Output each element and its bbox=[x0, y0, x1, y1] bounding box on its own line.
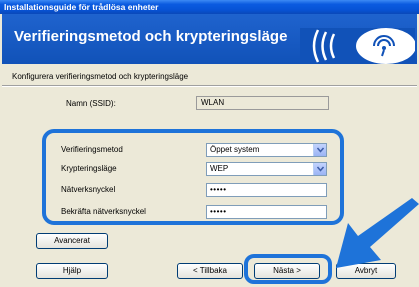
title-bar: Installationsguide för trådlösa enheter bbox=[0, 0, 419, 14]
confirm-key-input[interactable]: ••••• bbox=[206, 205, 327, 219]
chevron-down-icon[interactable] bbox=[313, 163, 326, 175]
network-key-label: Nätverksnyckel bbox=[61, 185, 116, 194]
back-button[interactable]: < Tillbaka bbox=[177, 263, 243, 279]
confirm-key-label: Bekräfta nätverksnyckel bbox=[61, 207, 146, 216]
divider-highlight bbox=[2, 86, 417, 87]
chevron-down-icon[interactable] bbox=[313, 144, 326, 156]
encryption-value: WEP bbox=[210, 164, 229, 173]
ssid-field: WLAN bbox=[196, 96, 329, 110]
auth-method-value: Öppet system bbox=[210, 145, 260, 154]
help-button[interactable]: Hjälp bbox=[36, 263, 108, 279]
advanced-button[interactable]: Avancerat bbox=[36, 233, 108, 249]
network-key-input[interactable]: ••••• bbox=[206, 183, 327, 197]
wifi-signal-icon bbox=[300, 28, 415, 64]
auth-method-select[interactable]: Öppet system bbox=[206, 143, 327, 157]
ssid-label: Namn (SSID): bbox=[66, 99, 116, 108]
page-title: Verifieringsmetod och krypteringsläge bbox=[14, 28, 288, 45]
auth-method-label: Verifieringsmetod bbox=[61, 145, 123, 154]
encryption-label: Krypteringsläge bbox=[61, 164, 117, 173]
next-button[interactable]: Nästa > bbox=[254, 263, 320, 279]
wizard-header: Verifieringsmetod och krypteringsläge bbox=[2, 14, 417, 64]
big-arrow-icon bbox=[336, 198, 419, 268]
encryption-select[interactable]: WEP bbox=[206, 162, 327, 176]
page-subtitle: Konfigurera verifieringsmetod och krypte… bbox=[12, 72, 189, 81]
setup-wizard-window: Installationsguide för trådlösa enheter … bbox=[0, 0, 419, 287]
